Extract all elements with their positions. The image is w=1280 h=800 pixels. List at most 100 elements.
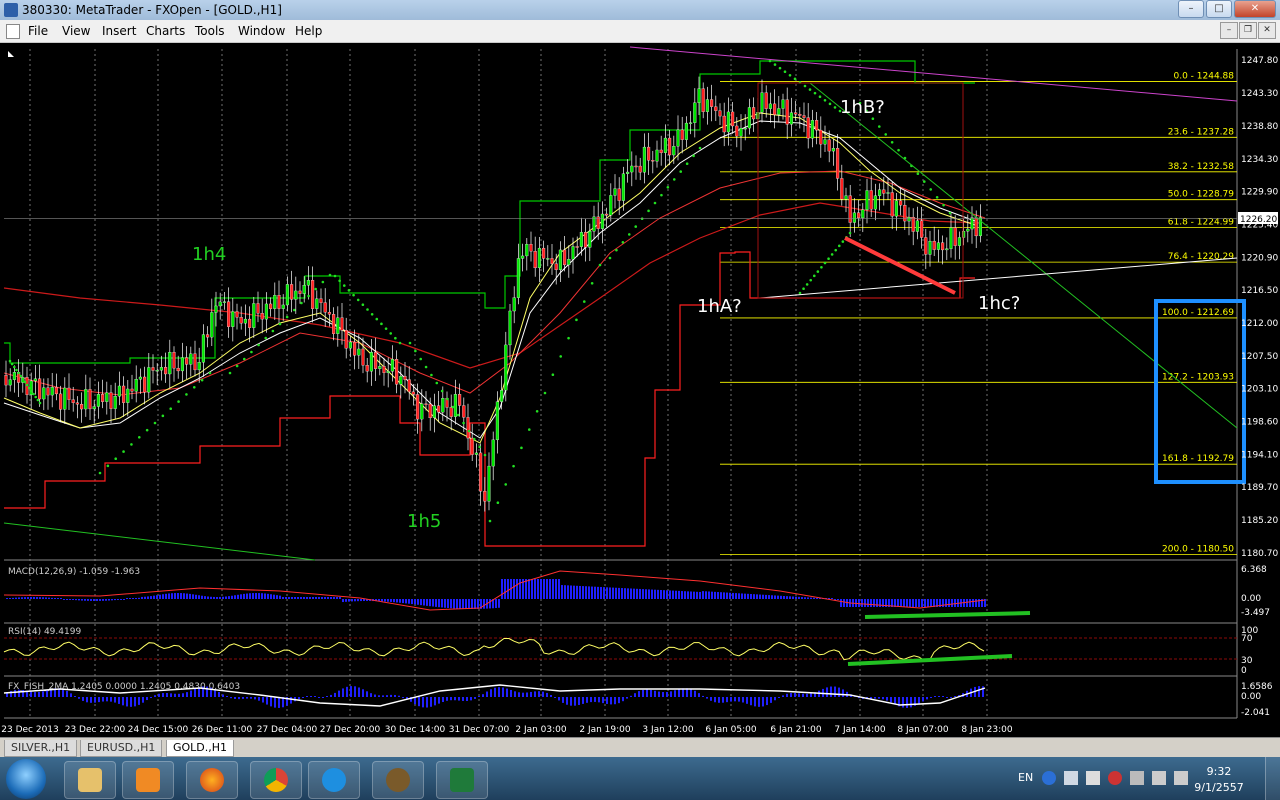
- fisher-bar: [570, 697, 572, 706]
- fisher-bar: [486, 691, 488, 697]
- price-candles: [4, 76, 982, 512]
- menu-window[interactable]: Window: [238, 24, 285, 38]
- fisher-bar: [46, 690, 48, 697]
- taskbar-file-explorer[interactable]: [64, 761, 116, 799]
- taskbar-chrome[interactable]: [250, 761, 302, 799]
- menu-file[interactable]: File: [28, 24, 48, 38]
- fisher-bar: [494, 687, 496, 697]
- mdi-restore-button[interactable]: ❐: [1239, 22, 1257, 39]
- rsi-label: RSI(14) 49.4199: [8, 627, 81, 637]
- macd-bar: [90, 599, 92, 601]
- mdi-minimize-button[interactable]: –: [1220, 22, 1238, 39]
- sar-dot: [384, 327, 388, 330]
- menu-view[interactable]: View: [62, 24, 90, 38]
- chart-shift-marker-icon[interactable]: [8, 51, 14, 57]
- candle-body: [180, 357, 184, 372]
- sar-dot: [380, 322, 383, 326]
- tray-tool-icon[interactable]: [1086, 771, 1100, 785]
- tray-alert-icon[interactable]: [1108, 771, 1122, 785]
- sar-dot: [793, 77, 797, 81]
- chart-canvas[interactable]: 0.0 - 1244.88 23.6 - 1237.28 38.2 - 1232.5…: [0, 43, 1280, 737]
- macd-bar: [540, 579, 542, 599]
- candle-body: [466, 417, 470, 439]
- menu-charts[interactable]: Charts: [146, 24, 185, 38]
- tab-gold[interactable]: GOLD.,H1: [166, 740, 235, 757]
- fisher-bar: [874, 697, 876, 699]
- price-tick-label: 1229.90: [1241, 188, 1278, 198]
- macd-bar: [810, 597, 812, 599]
- candle-body: [802, 115, 806, 118]
- menu-help[interactable]: Help: [295, 24, 322, 38]
- macd-bar: [330, 597, 332, 599]
- candle-body: [760, 92, 764, 113]
- start-button[interactable]: [6, 759, 46, 799]
- macd-bar: [33, 597, 35, 599]
- sar-dot: [778, 66, 782, 70]
- tab-eurusd[interactable]: EURUSD.,H1: [80, 740, 163, 757]
- sar-dot: [841, 240, 845, 243]
- fisher-bar: [362, 689, 364, 697]
- macd-bar: [843, 599, 845, 607]
- taskbar-internet-explorer[interactable]: [308, 761, 360, 799]
- macd-bar: [771, 595, 773, 599]
- candle-body: [483, 491, 487, 502]
- fisher-bar: [174, 693, 176, 697]
- maximize-button[interactable]: □: [1206, 0, 1232, 18]
- macd-bar: [501, 579, 503, 599]
- sar-dot: [803, 84, 807, 88]
- help-icon[interactable]: [1042, 771, 1056, 785]
- sar-dot: [408, 341, 412, 345]
- language-indicator[interactable]: EN: [1018, 771, 1033, 784]
- sar-dot: [285, 315, 289, 319]
- macd-bar: [837, 599, 839, 600]
- fisher-bar: [610, 697, 612, 705]
- candle-body: [239, 317, 243, 324]
- candle-body: [714, 106, 718, 111]
- candle-body: [697, 88, 701, 103]
- volume-icon[interactable]: [1174, 771, 1188, 785]
- macd-bar: [927, 599, 929, 607]
- taskbar-media-player[interactable]: [122, 761, 174, 799]
- clock-time[interactable]: 9:32: [1194, 765, 1244, 778]
- fisher-bar: [626, 697, 628, 699]
- clock-date[interactable]: 9/1/2557: [1194, 781, 1244, 794]
- signal-icon[interactable]: [1130, 771, 1144, 785]
- taskbar-metatrader[interactable]: [372, 761, 424, 799]
- menu-tools[interactable]: Tools: [195, 24, 225, 38]
- macd-bar: [129, 598, 131, 599]
- candle-body: [579, 232, 583, 247]
- battery-icon[interactable]: [1152, 771, 1166, 785]
- fisher-bar: [606, 697, 608, 704]
- fisher-bar: [742, 697, 744, 703]
- chart-window[interactable]: 0.0 - 1244.88 23.6 - 1237.28 38.2 - 1232.5…: [0, 43, 1280, 737]
- candle-body: [726, 111, 730, 133]
- minimize-button[interactable]: –: [1178, 0, 1204, 18]
- candle-body: [659, 149, 663, 153]
- sar-dot: [130, 443, 133, 446]
- candle-body: [382, 366, 386, 373]
- taskbar-excel[interactable]: [436, 761, 488, 799]
- macd-bar: [258, 593, 260, 599]
- rsi-line: [3, 638, 985, 662]
- fisher-bar: [826, 687, 828, 697]
- chart-document-icon[interactable]: [6, 24, 20, 39]
- network-icon[interactable]: [1064, 771, 1078, 785]
- sar-dot: [122, 450, 125, 453]
- menu-insert[interactable]: Insert: [102, 24, 136, 38]
- macd-bar: [93, 599, 95, 601]
- fisher-bar: [266, 697, 268, 705]
- macd-bar: [117, 599, 119, 600]
- mdi-close-button[interactable]: ✕: [1258, 22, 1276, 39]
- fisher-bar: [378, 695, 380, 697]
- taskbar-firefox[interactable]: [186, 761, 238, 799]
- fisher-bar: [62, 689, 64, 697]
- close-button[interactable]: ✕: [1234, 0, 1276, 18]
- show-desktop-button[interactable]: [1265, 757, 1280, 800]
- sar-dot: [106, 464, 110, 468]
- window-title: 380330: MetaTrader - FXOpen - [GOLD.,H1]: [22, 3, 282, 17]
- candle-body: [189, 353, 193, 365]
- macd-bar: [798, 596, 800, 599]
- macd-bar: [768, 595, 770, 599]
- macd-bar: [405, 599, 407, 604]
- tab-silver[interactable]: SILVER.,H1: [4, 740, 78, 757]
